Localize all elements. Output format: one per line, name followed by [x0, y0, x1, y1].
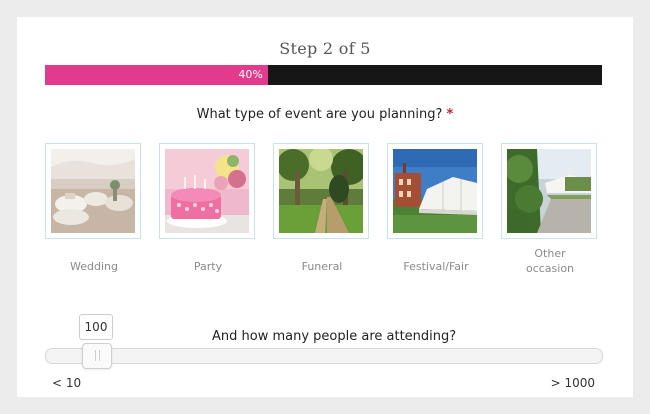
option-party[interactable]: Party — [159, 143, 257, 274]
option-label: Wedding — [70, 260, 118, 273]
option-image-frame[interactable] — [387, 143, 483, 239]
required-marker: * — [446, 107, 454, 122]
slider-min-label: < 10 — [52, 376, 82, 390]
option-image-frame[interactable] — [45, 143, 141, 239]
option-wedding[interactable]: Wedding — [45, 143, 143, 274]
option-other-occasion[interactable]: Other occasion — [501, 143, 599, 276]
slider-max-label: > 1000 — [550, 376, 595, 390]
option-image-frame[interactable] — [501, 143, 597, 239]
step-title: Step 2 of 5 — [279, 39, 371, 58]
marquee-tent-photo — [393, 149, 477, 233]
attendee-count-tooltip: 100 — [79, 314, 113, 340]
garden-marquee-photo — [507, 149, 591, 233]
event-type-question-text: What type of event are you planning? — [196, 107, 443, 122]
form-card: Step 2 of 5 40% What type of event are y… — [17, 17, 633, 397]
attendee-question: And how many people are attending? — [212, 329, 457, 344]
wedding-reception-photo — [51, 149, 135, 233]
event-type-options: Wedding Party Funeral Festival/Fair Othe… — [45, 143, 605, 283]
option-image-frame[interactable] — [273, 143, 369, 239]
progress-bar: 40% — [45, 65, 602, 85]
birthday-cake-photo — [165, 149, 249, 233]
option-label: Other occasion — [525, 247, 575, 275]
option-label: Festival/Fair — [403, 260, 469, 273]
attendee-slider[interactable] — [45, 343, 603, 369]
progress-fill: 40% — [45, 65, 268, 85]
option-label: Funeral — [301, 260, 343, 273]
option-festival-fair[interactable]: Festival/Fair — [387, 143, 485, 274]
option-funeral[interactable]: Funeral — [273, 143, 371, 274]
grip-icon — [95, 350, 101, 361]
option-label: Party — [193, 260, 223, 273]
event-type-question: What type of event are you planning? * — [17, 107, 633, 122]
slider-handle[interactable] — [82, 343, 113, 369]
option-image-frame[interactable] — [159, 143, 255, 239]
tree-lined-path-photo — [279, 149, 363, 233]
progress-label: 40% — [238, 68, 263, 81]
